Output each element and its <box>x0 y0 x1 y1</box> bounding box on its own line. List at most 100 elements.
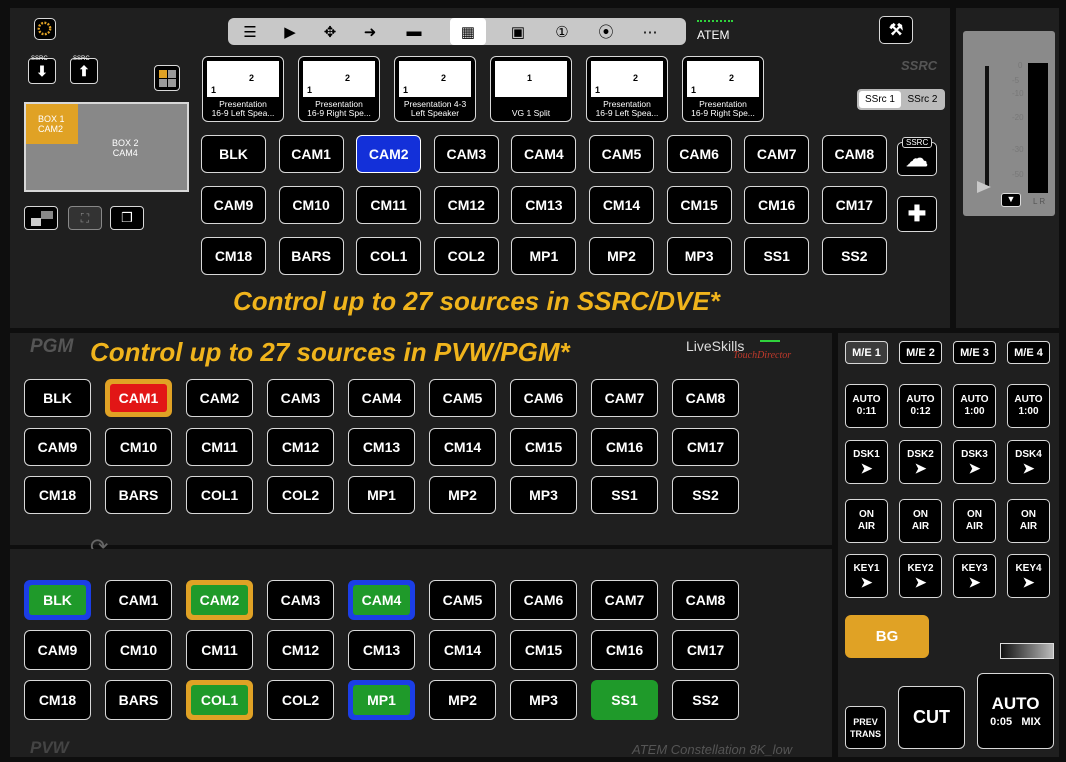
pvw-src-bars[interactable]: BARS <box>105 680 172 720</box>
ssrc-src-cam6[interactable]: CAM6 <box>666 135 732 173</box>
dsk-button-4[interactable]: DSK4 ➤ <box>1007 440 1050 484</box>
pgm-src-cm10[interactable]: CM10 <box>105 427 172 466</box>
pgm-src-col1[interactable]: COL1 <box>186 476 253 514</box>
pvw-src-cm11[interactable]: CM11 <box>186 630 253 670</box>
ssrc-src-cm12[interactable]: CM12 <box>433 186 499 224</box>
ssrc-src-cam4[interactable]: CAM4 <box>511 135 577 173</box>
pip-icon[interactable]: ▣ <box>500 18 536 45</box>
pgm-src-cm18[interactable]: CM18 <box>24 476 91 514</box>
pgm-src-cam8[interactable]: CAM8 <box>672 379 739 417</box>
play-icon[interactable]: ▶ <box>272 18 308 45</box>
key-button-3[interactable]: KEY3 ➤ <box>953 554 996 598</box>
preset-4[interactable]: 1 VG 1 Split <box>490 56 572 122</box>
pgm-src-cam6[interactable]: CAM6 <box>510 379 577 417</box>
pgm-src-mp2[interactable]: MP2 <box>429 476 496 514</box>
prev-trans-button[interactable]: PREV TRANS <box>845 706 886 749</box>
on-air-button-3[interactable]: ON AIR <box>953 499 996 543</box>
auto-button-1[interactable]: AUTO 0:11 <box>845 384 888 428</box>
ssrc-src-cam2[interactable]: CAM2 <box>356 135 422 173</box>
ssrc-src-cm16[interactable]: CM16 <box>744 186 810 224</box>
preset-1[interactable]: 1 2 Presentation 16-9 Left Spea... <box>202 56 284 122</box>
pvw-src-mp2[interactable]: MP2 <box>429 680 496 720</box>
auto-button-2[interactable]: AUTO 0:12 <box>899 384 942 428</box>
fullscreen-button[interactable]: ❒ <box>110 206 144 230</box>
pvw-src-col2[interactable]: COL2 <box>267 680 334 720</box>
ssrc-src-cam1[interactable]: CAM1 <box>278 135 344 173</box>
pgm-src-cam4[interactable]: CAM4 <box>348 379 415 417</box>
ssrc-src-blk[interactable]: BLK <box>201 135 266 173</box>
pgm-src-cm12[interactable]: CM12 <box>267 427 334 466</box>
ssrc-src-cam8[interactable]: CAM8 <box>821 135 887 173</box>
ssrc-src-mp2[interactable]: MP2 <box>589 237 654 275</box>
ssrc2-tab[interactable]: SSrc 2 <box>902 91 943 108</box>
pvw-src-mp3[interactable]: MP3 <box>510 680 577 720</box>
ssrc-src-cam5[interactable]: CAM5 <box>589 135 654 173</box>
pvw-src-cam3[interactable]: CAM3 <box>267 580 334 620</box>
transition-icon[interactable]: ➜ <box>352 18 388 45</box>
pvw-src-ss2[interactable]: SS2 <box>672 680 739 720</box>
ssrc-src-cm18[interactable]: CM18 <box>201 237 266 275</box>
ssrc-src-cm15[interactable]: CM15 <box>666 186 732 224</box>
auto-mix-button[interactable]: AUTO 0:05 MIX <box>977 673 1054 749</box>
ssrc-preview[interactable]: BOX 1 CAM2 BOX 2 CAM4 <box>24 102 189 192</box>
pvw-src-cm18[interactable]: CM18 <box>24 680 91 720</box>
ssrc-src-cam3[interactable]: CAM3 <box>433 135 499 173</box>
ssrc-src-ss1[interactable]: SS1 <box>744 237 810 275</box>
ssrc-src-ss2[interactable]: SS2 <box>821 237 887 275</box>
pvw-src-cam2[interactable]: CAM2 <box>186 580 253 620</box>
pvw-src-cam5[interactable]: CAM5 <box>429 580 496 620</box>
me-tab-2[interactable]: M/E 2 <box>899 341 942 364</box>
add-folder-button[interactable]: ✚ <box>897 196 937 232</box>
pgm-src-blk[interactable]: BLK <box>24 379 91 417</box>
multiview-icon[interactable]: ▦ <box>450 18 486 45</box>
ssrc-src-col1[interactable]: COL1 <box>356 237 422 275</box>
lower-third-icon[interactable]: ▬ <box>396 18 432 45</box>
pgm-src-cm11[interactable]: CM11 <box>186 427 253 466</box>
move-icon[interactable]: ✥ <box>312 18 348 45</box>
tbar-indicator[interactable] <box>1000 643 1054 659</box>
layout-grid-icon[interactable] <box>154 65 180 91</box>
on-air-button-2[interactable]: ON AIR <box>899 499 942 543</box>
on-air-button-1[interactable]: ON AIR <box>845 499 888 543</box>
pgm-src-mp1[interactable]: MP1 <box>348 476 415 514</box>
ssrc-src-mp1[interactable]: MP1 <box>511 237 577 275</box>
settings-button[interactable] <box>34 18 56 40</box>
ssrc-src-cam7[interactable]: CAM7 <box>744 135 810 173</box>
fader-knob-icon[interactable] <box>977 181 991 193</box>
pvw-src-cm10[interactable]: CM10 <box>105 630 172 670</box>
pvw-src-cam9[interactable]: CAM9 <box>24 630 91 670</box>
key-button-1[interactable]: KEY1 ➤ <box>845 554 888 598</box>
pvw-src-cm14[interactable]: CM14 <box>429 630 496 670</box>
grid-icon[interactable]: ⋯ <box>632 18 668 45</box>
hammer-button[interactable]: ⚒ <box>879 16 913 44</box>
ssrc-src-mp3[interactable]: MP3 <box>666 237 732 275</box>
pgm-src-col2[interactable]: COL2 <box>267 476 334 514</box>
ssrc-src-cam9[interactable]: CAM9 <box>201 186 266 224</box>
pgm-src-cm13[interactable]: CM13 <box>348 427 415 466</box>
me-tab-4[interactable]: M/E 4 <box>1007 341 1050 364</box>
pgm-src-ss1[interactable]: SS1 <box>591 476 658 514</box>
pgm-src-cam3[interactable]: CAM3 <box>267 379 334 417</box>
ssrc1-tab[interactable]: SSrc 1 <box>859 91 901 108</box>
position-button[interactable] <box>24 206 58 230</box>
audio-icon[interactable]: ⦿ <box>588 18 624 45</box>
preset-3[interactable]: 1 2 Presentation 4-3 Left Speaker <box>394 56 476 122</box>
pgm-src-cam5[interactable]: CAM5 <box>429 379 496 417</box>
ssrc-src-cm17[interactable]: CM17 <box>821 186 887 224</box>
pvw-src-cam7[interactable]: CAM7 <box>591 580 658 620</box>
pvw-src-cm12[interactable]: CM12 <box>267 630 334 670</box>
dsk-button-3[interactable]: DSK3 ➤ <box>953 440 996 484</box>
pvw-src-col1[interactable]: COL1 <box>186 680 253 720</box>
me-tab-3[interactable]: M/E 3 <box>953 341 996 364</box>
ssrc-src-cm11[interactable]: CM11 <box>356 186 422 224</box>
pgm-src-cm15[interactable]: CM15 <box>510 427 577 466</box>
one-icon[interactable]: ① <box>544 18 580 45</box>
key-button-2[interactable]: KEY2 ➤ <box>899 554 942 598</box>
pgm-src-cam9[interactable]: CAM9 <box>24 427 91 466</box>
auto-button-4[interactable]: AUTO 1:00 <box>1007 384 1050 428</box>
pvw-src-blk[interactable]: BLK <box>24 580 91 620</box>
bg-button[interactable]: BG <box>845 615 929 658</box>
auto-button-3[interactable]: AUTO 1:00 <box>953 384 996 428</box>
pgm-src-bars[interactable]: BARS <box>105 476 172 514</box>
pvw-src-cam6[interactable]: CAM6 <box>510 580 577 620</box>
